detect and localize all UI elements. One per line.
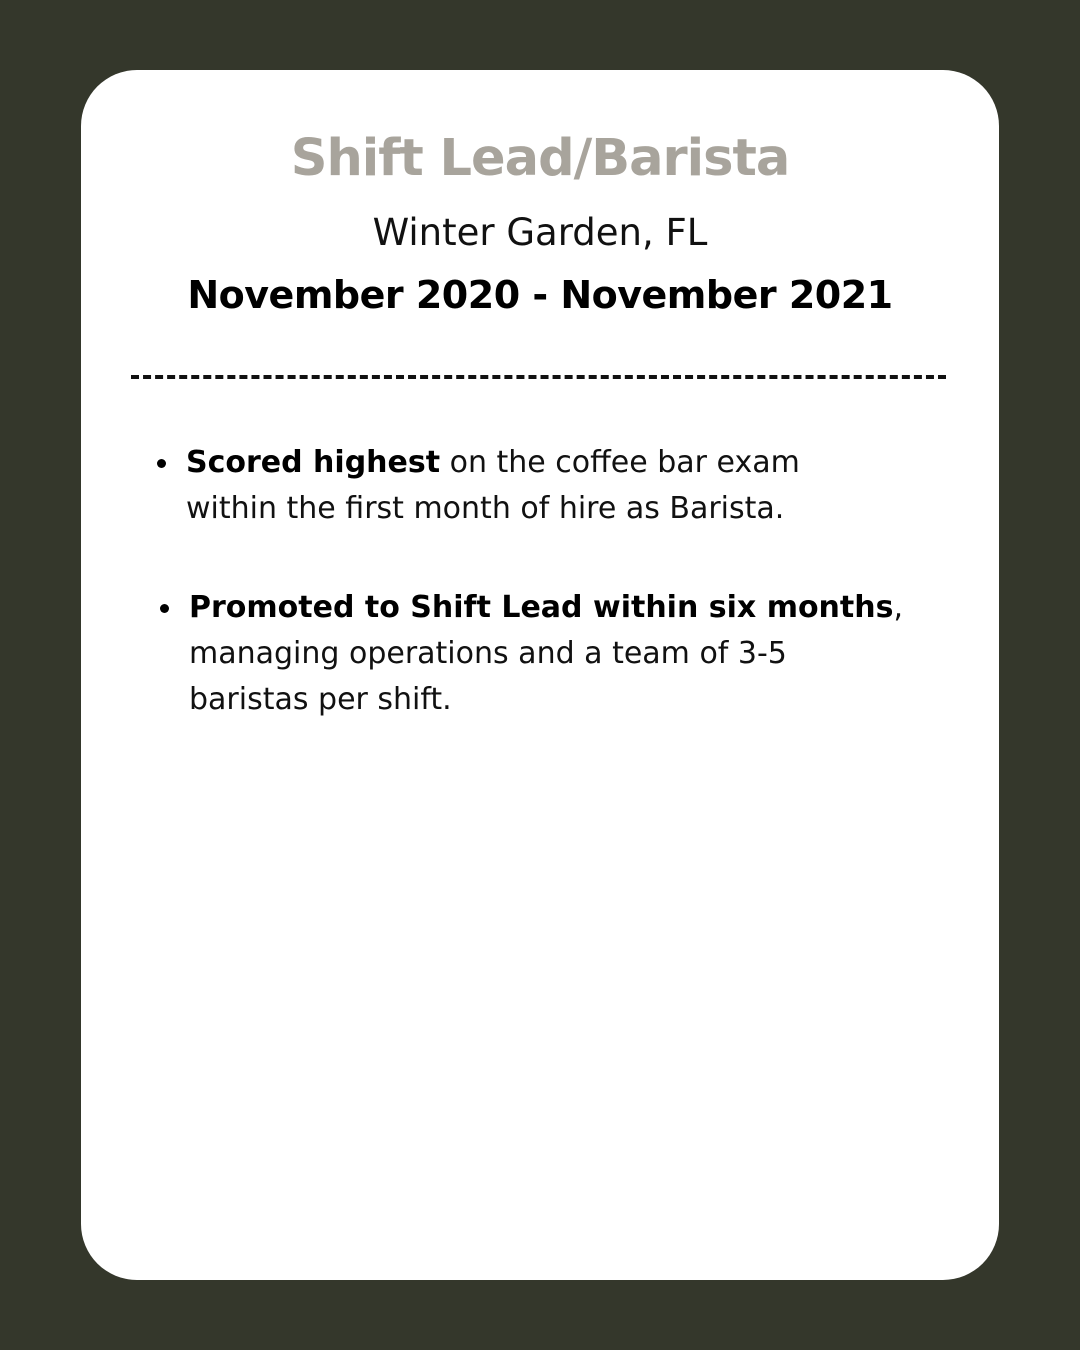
achievement-item: Promoted to Shift Lead within six months…: [160, 585, 909, 723]
dashed-divider: [131, 375, 946, 379]
job-title: Shift Lead/Barista: [290, 129, 791, 188]
achievement-highlight: Promoted to Shift Lead within six months: [189, 590, 894, 625]
achievement-highlight: Scored highest: [186, 445, 441, 480]
achievement-item: Scored highest on the coffee bar exam wi…: [157, 440, 886, 532]
bullet-dot-icon: [157, 459, 166, 468]
job-dates: November 2020 - November 2021: [187, 273, 893, 317]
bullet-dot-icon: [160, 604, 169, 613]
job-location: Winter Garden, FL: [372, 211, 708, 254]
